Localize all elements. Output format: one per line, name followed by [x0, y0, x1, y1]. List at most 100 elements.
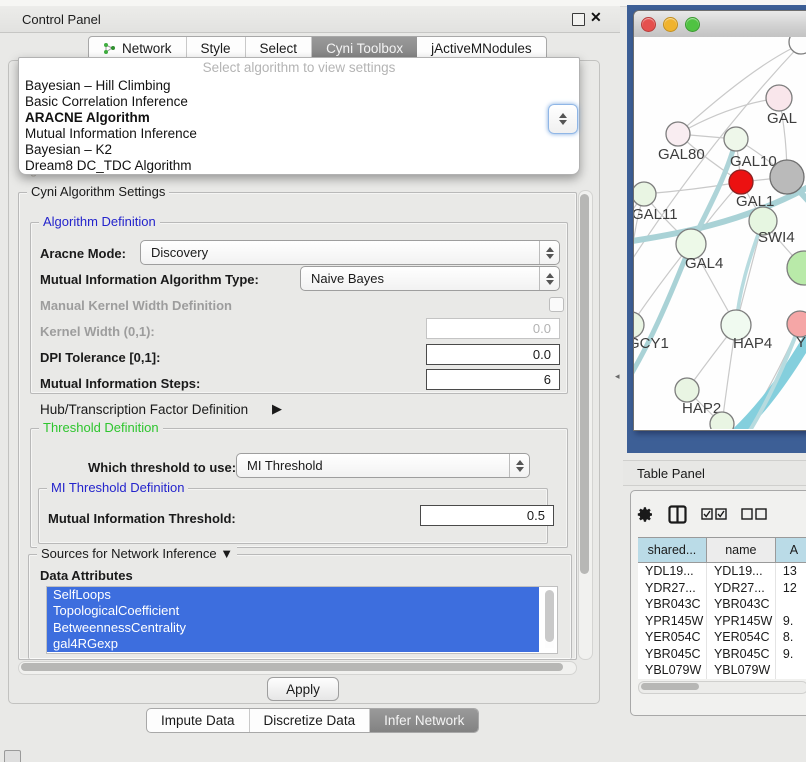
settings-horizontal-scrollbar[interactable] — [18, 661, 577, 675]
node-label: GAL1 — [736, 193, 774, 210]
status-corner-icon[interactable] — [4, 750, 21, 762]
attribute-list-item[interactable]: TopologicalCoefficient — [47, 603, 539, 619]
node-hap2[interactable] — [675, 378, 699, 402]
network-window-titlebar[interactable] — [634, 11, 806, 38]
node-label: Y — [796, 334, 806, 351]
table-cell: YLR345W — [638, 679, 707, 680]
table-toolbar — [637, 499, 806, 529]
table-header-row: shared...nameA — [638, 538, 806, 563]
data-attributes-label: Data Attributes — [40, 568, 133, 583]
node[interactable] — [789, 37, 806, 54]
dpi-tolerance-field[interactable]: 0.0 — [426, 344, 560, 365]
stepper-arrows-icon — [539, 267, 559, 290]
algorithm-option[interactable]: ARACNE Algorithm — [19, 110, 579, 126]
algorithm-option[interactable]: Bayesian – K2 — [19, 142, 579, 158]
table-cell: 13 — [776, 563, 806, 580]
column-layout-icon[interactable] — [668, 505, 687, 524]
tab-label: jActiveMNodules — [431, 41, 532, 56]
node[interactable] — [710, 412, 734, 429]
tab-label: Infer Network — [384, 713, 464, 728]
table-row[interactable]: YBR045CYBR045C9. — [638, 646, 806, 663]
close-traffic-light[interactable] — [641, 17, 656, 32]
hub-definition-label[interactable]: Hub/Transcription Factor Definition — [40, 402, 248, 417]
table-row[interactable]: YBL079WYBL079W — [638, 662, 806, 679]
table-cell: YBL079W — [638, 662, 707, 679]
float-panel-icon[interactable] — [572, 13, 585, 26]
network-canvas[interactable]: GALGAL80GAL10GAL1GAL11SWI4GAL4GCY1HAP4YH… — [634, 37, 806, 429]
node[interactable] — [787, 251, 806, 285]
column-header-2[interactable]: name — [707, 538, 776, 562]
cyni-settings-title: Cyni Algorithm Settings — [27, 184, 169, 199]
attribute-list-item[interactable]: SelfLoops — [47, 587, 539, 603]
mi-threshold-field[interactable]: 0.5 — [420, 505, 554, 526]
table-row[interactable]: YER054CYER054C8. — [638, 629, 806, 646]
table-cell: YBR045C — [707, 646, 776, 663]
table-cell — [776, 596, 806, 613]
stepper-arrows-icon — [539, 241, 559, 264]
tab-label: Discretize Data — [264, 713, 356, 728]
table-cell: YBR045C — [638, 646, 707, 663]
node-gal10[interactable] — [724, 127, 748, 151]
manual-kernel-checkbox[interactable] — [549, 297, 564, 312]
table-horizontal-scrollbar[interactable] — [638, 681, 806, 694]
node-gal80[interactable] — [666, 122, 690, 146]
zoom-traffic-light[interactable] — [685, 17, 700, 32]
node-table[interactable]: shared...nameA YDL19...YDL19...13YDR27..… — [638, 537, 806, 679]
tab-discretize-data[interactable]: Discretize Data — [250, 709, 371, 732]
table-row[interactable]: YDR27...YDR27...12 — [638, 580, 806, 597]
node-label: GAL10 — [730, 153, 777, 170]
which-threshold-value: MI Threshold — [237, 458, 509, 473]
column-header-1[interactable]: shared... — [638, 538, 707, 562]
table-row[interactable]: YPR145WYPR145W9. — [638, 613, 806, 630]
table-cell: YLR345W — [707, 679, 776, 680]
table-row[interactable]: YLR345WYLR345W9. — [638, 679, 806, 680]
apply-button[interactable]: Apply — [267, 677, 339, 701]
table-cell: YDL19... — [638, 563, 707, 580]
close-panel-icon[interactable]: ✕ — [590, 9, 602, 26]
settings-vertical-scrollbar[interactable] — [578, 190, 593, 660]
table-cell: 9. — [776, 679, 806, 680]
algorithm-option[interactable]: Mutual Information Inference — [19, 126, 579, 142]
panel-splitter-handle[interactable]: ◂ — [615, 371, 620, 382]
algorithm-definition-title: Algorithm Definition — [39, 214, 160, 229]
mi-steps-label: Mutual Information Steps: — [40, 376, 200, 391]
sources-title-text: Sources for Network Inference — [41, 546, 217, 561]
attribute-list-item[interactable]: BetweennessCentrality — [47, 620, 539, 636]
stepper-up-icon — [559, 113, 567, 118]
node-gal11[interactable] — [634, 182, 656, 206]
tab-impute-data[interactable]: Impute Data — [147, 709, 250, 732]
aracne-mode-label: Aracne Mode: — [40, 246, 126, 261]
algorithm-dropdown-popup: Select algorithm to view settings Bayesi… — [18, 57, 580, 175]
kernel-width-field[interactable]: 0.0 — [426, 318, 560, 339]
table-row[interactable]: YDL19...YDL19...13 — [638, 563, 806, 580]
network-window: GALGAL80GAL10GAL1GAL11SWI4GAL4GCY1HAP4YH… — [633, 10, 806, 431]
settings-gear-icon[interactable] — [637, 506, 654, 523]
focused-combobox-fragment[interactable] — [548, 104, 578, 134]
algorithm-option[interactable]: Bayesian – Hill Climbing — [19, 78, 579, 94]
collapse-arrow-icon[interactable]: ▼ — [220, 546, 233, 561]
stepper-arrows-icon — [509, 454, 529, 477]
mi-steps-field[interactable]: 6 — [426, 369, 560, 390]
data-attributes-list[interactable]: SelfLoopsTopologicalCoefficientBetweenne… — [46, 586, 558, 654]
expand-arrow-icon[interactable]: ▶ — [272, 401, 282, 417]
node[interactable] — [770, 160, 804, 194]
table-row[interactable]: YBR043CYBR043C — [638, 596, 806, 613]
tab-infer-network[interactable]: Infer Network — [370, 709, 478, 732]
which-threshold-select[interactable]: MI Threshold — [236, 453, 530, 478]
algorithm-option[interactable]: Dream8 DC_TDC Algorithm — [19, 158, 579, 174]
aracne-mode-select[interactable]: Discovery — [140, 240, 560, 265]
node-label: HAP4 — [733, 335, 772, 352]
node-gal1[interactable] — [729, 170, 753, 194]
node-gal[interactable] — [766, 85, 792, 111]
minimize-traffic-light[interactable] — [663, 17, 678, 32]
attribute-list-item[interactable]: gal4RGexp — [47, 636, 539, 652]
mi-type-select[interactable]: Naive Bayes — [300, 266, 560, 291]
table-cell: YPR145W — [638, 613, 707, 630]
select-all-checkboxes-icon[interactable] — [701, 508, 727, 520]
deselect-all-checkboxes-icon[interactable] — [741, 508, 767, 520]
list-scrollbar[interactable] — [545, 590, 554, 648]
algorithm-option[interactable]: Basic Correlation Inference — [19, 94, 579, 110]
table-cell: 12 — [776, 580, 806, 597]
table-panel-titlebar: Table Panel — [623, 460, 806, 486]
column-header-3[interactable]: A — [776, 538, 806, 562]
